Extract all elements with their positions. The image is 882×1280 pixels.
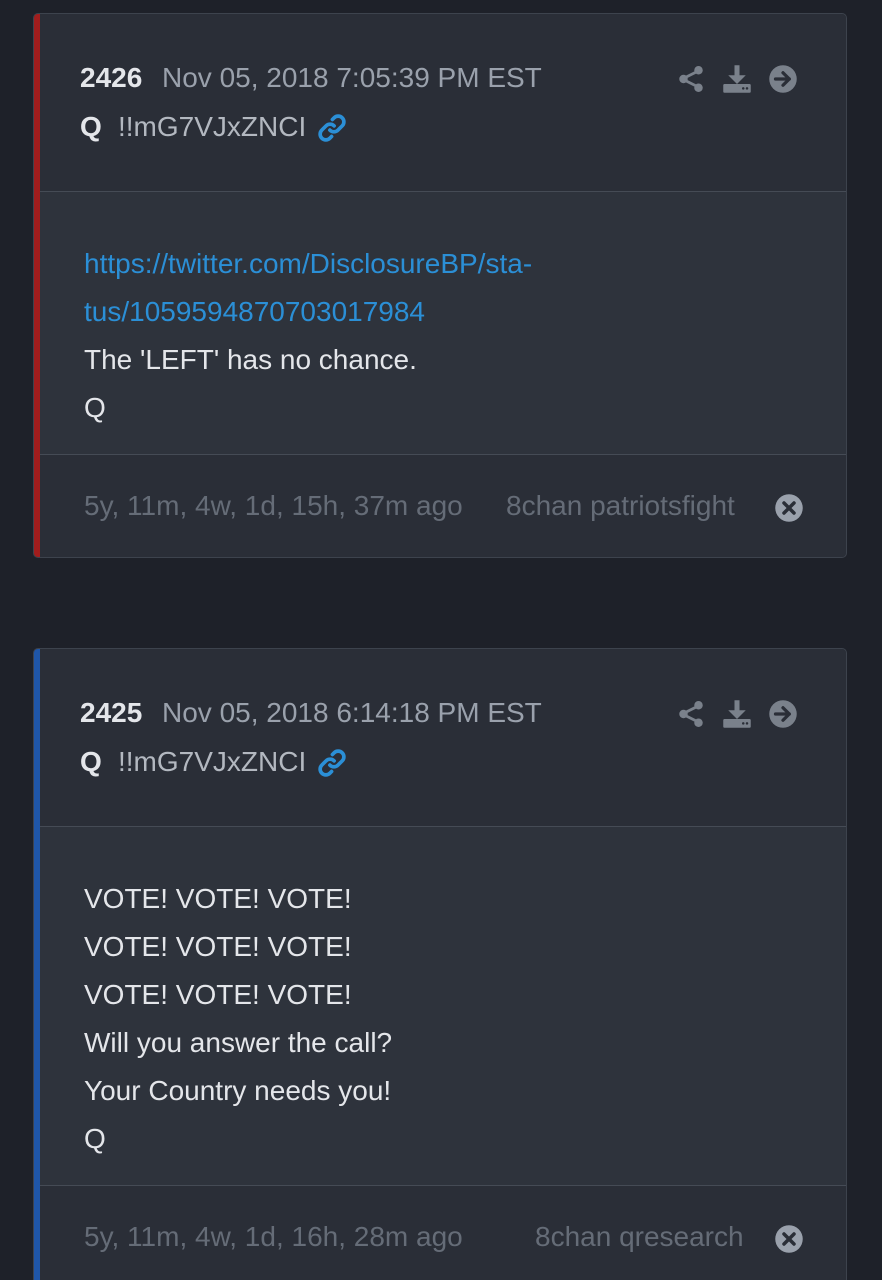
post-text-line: VOTE! VOTE! VOTE!	[84, 979, 352, 1010]
post-header: 2425 Nov 05, 2018 6:14:18 PM EST Q !!mG7…	[40, 649, 846, 827]
link-chain-icon[interactable]	[315, 746, 349, 780]
link-chain-icon[interactable]	[315, 111, 349, 145]
close-circle-icon[interactable]	[774, 1224, 804, 1254]
post-text-line: The 'LEFT' has no chance.	[84, 344, 417, 375]
post-actions	[676, 64, 798, 94]
arrow-right-circle-icon[interactable]	[768, 64, 798, 94]
arrow-right-circle-icon[interactable]	[768, 699, 798, 729]
post-board[interactable]: 8chan qresearch	[535, 1221, 744, 1253]
post-number[interactable]: 2425	[80, 697, 142, 729]
post-text-line: Q	[84, 1123, 106, 1154]
close-circle-icon[interactable]	[774, 493, 804, 523]
post-author: Q	[80, 746, 102, 777]
post-card: 2426 Nov 05, 2018 7:05:39 PM EST Q !!mG7…	[33, 13, 847, 558]
post-footer: 5y, 11m, 4w, 1d, 15h, 37m ago 8chan patr…	[40, 455, 846, 557]
post-tripcode: !!mG7VJxZNCI	[118, 111, 307, 142]
post-text-line: Q	[84, 392, 106, 423]
post-board[interactable]: 8chan patriotsfight	[506, 490, 735, 522]
post-text-line: VOTE! VOTE! VOTE!	[84, 883, 352, 914]
post-age: 5y, 11m, 4w, 1d, 15h, 37m ago	[84, 490, 463, 521]
post-text: https://twitter.com/DisclosureBP/sta- tu…	[84, 240, 532, 432]
post-text-line: VOTE! VOTE! VOTE!	[84, 931, 352, 962]
post-timestamp: Nov 05, 2018 6:14:18 PM EST	[162, 697, 542, 728]
post-card: 2425 Nov 05, 2018 6:14:18 PM EST Q !!mG7…	[33, 648, 847, 1280]
download-icon[interactable]	[722, 699, 752, 729]
share-icon[interactable]	[676, 64, 706, 94]
post-body: https://twitter.com/DisclosureBP/sta- tu…	[40, 192, 846, 455]
post-body: VOTE! VOTE! VOTE! VOTE! VOTE! VOTE! VOTE…	[40, 827, 846, 1186]
post-number[interactable]: 2426	[80, 62, 142, 94]
post-link[interactable]: https://twitter.com/DisclosureBP/sta-	[84, 240, 532, 288]
post-header: 2426 Nov 05, 2018 7:05:39 PM EST Q !!mG7…	[40, 14, 846, 192]
post-author: Q	[80, 111, 102, 142]
post-timestamp: Nov 05, 2018 7:05:39 PM EST	[162, 62, 542, 93]
share-icon[interactable]	[676, 699, 706, 729]
post-link-continued[interactable]: tus/1059594870703017984	[84, 288, 532, 336]
post-actions	[676, 699, 798, 729]
post-footer: 5y, 11m, 4w, 1d, 16h, 28m ago 8chan qres…	[40, 1186, 846, 1280]
post-age: 5y, 11m, 4w, 1d, 16h, 28m ago	[84, 1221, 463, 1252]
post-feed: 2426 Nov 05, 2018 7:05:39 PM EST Q !!mG7…	[0, 0, 882, 1280]
post-tripcode: !!mG7VJxZNCI	[118, 746, 307, 777]
download-icon[interactable]	[722, 64, 752, 94]
post-text-line: Will you answer the call?	[84, 1027, 393, 1058]
post-text-line: Your Country needs you!	[84, 1075, 392, 1106]
post-text: VOTE! VOTE! VOTE! VOTE! VOTE! VOTE! VOTE…	[84, 875, 392, 1163]
